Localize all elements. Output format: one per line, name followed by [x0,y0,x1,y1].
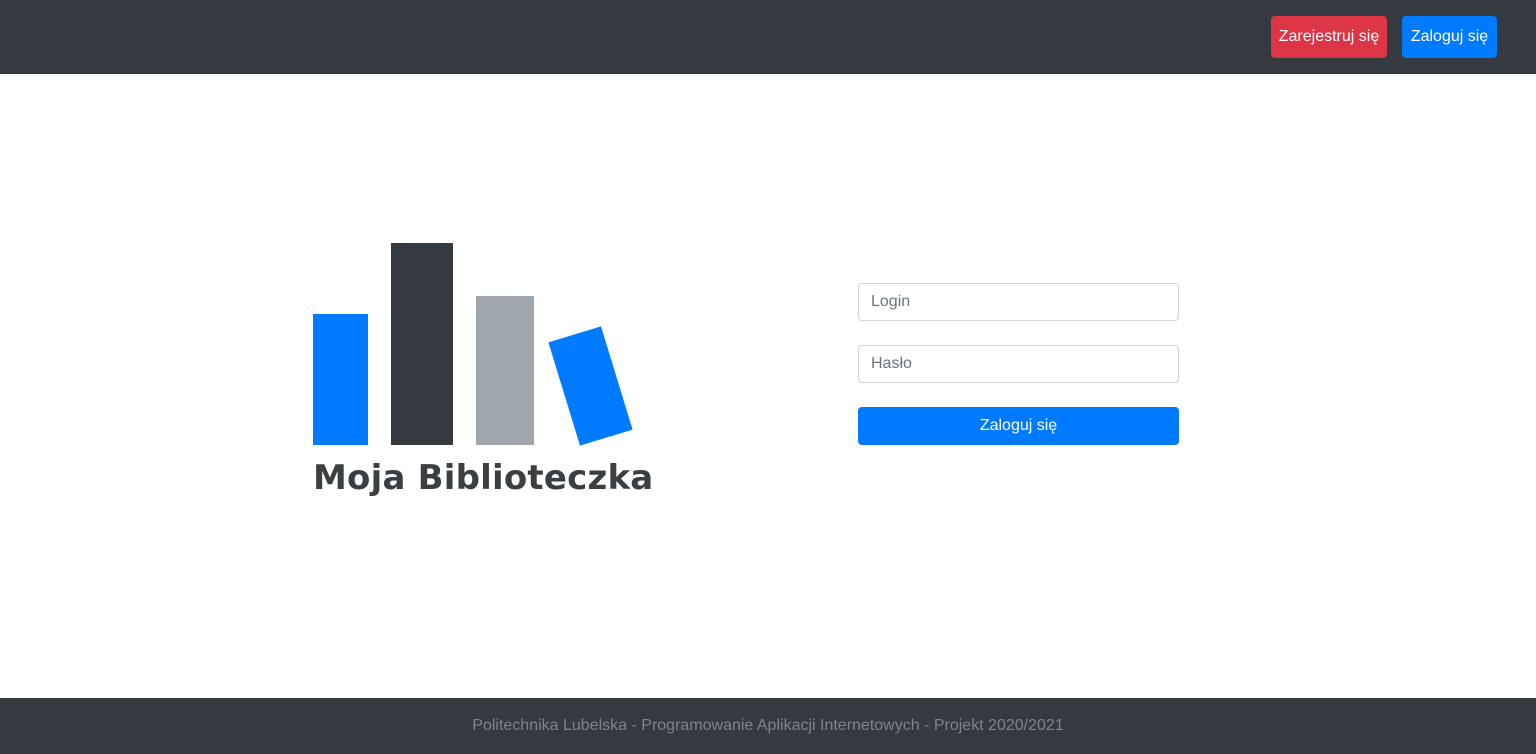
login-nav-button[interactable]: Zaloguj się [1402,16,1497,58]
logo-book-2 [391,243,453,445]
footer-text: Politechnika Lubelska - Programowanie Ap… [472,717,1064,734]
register-button[interactable]: Zarejestruj się [1271,16,1387,58]
library-logo: Moja Biblioteczka [300,234,654,514]
logo-title: Moja Biblioteczka [313,458,654,498]
logo-book-1 [313,314,368,445]
login-input[interactable] [858,283,1179,321]
logo-book-3 [476,296,534,445]
password-input[interactable] [858,345,1179,383]
main-content: Moja Biblioteczka Zaloguj się [0,74,1536,698]
footer: Politechnika Lubelska - Programowanie Ap… [0,698,1536,754]
logo-book-4-tilted [548,326,633,446]
login-submit-button[interactable]: Zaloguj się [858,407,1179,445]
top-navbar: Zarejestruj się Zaloguj się [0,0,1536,74]
